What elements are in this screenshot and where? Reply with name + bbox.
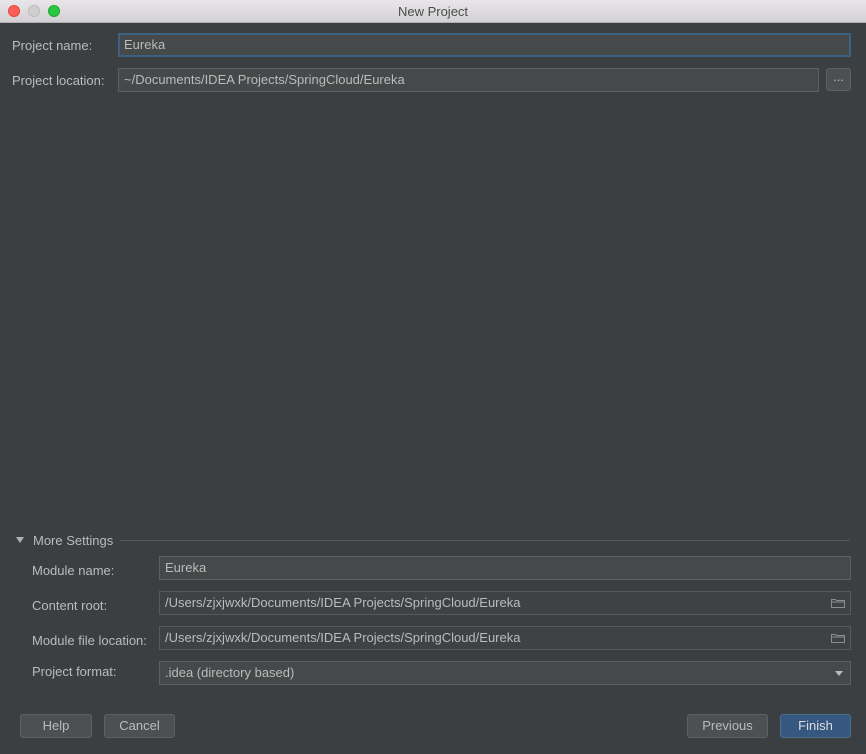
project-name-input[interactable]: Eureka <box>118 33 851 57</box>
module-file-location-field[interactable]: /Users/zjxjwxk/Documents/IDEA Projects/S… <box>159 626 851 650</box>
module-name-label: Module name: <box>32 563 115 578</box>
module-file-location-label: Module file location: <box>32 633 147 648</box>
project-format-select[interactable]: .idea (directory based) <box>159 661 851 685</box>
module-name-input[interactable]: Eureka <box>159 556 851 580</box>
finish-button[interactable]: Finish <box>780 714 851 738</box>
folder-icon[interactable] <box>831 598 845 608</box>
window-title: New Project <box>397 4 469 19</box>
project-location-input[interactable]: ~/Documents/IDEA Projects/SpringCloud/Eu… <box>118 68 819 92</box>
title-bar: New Project <box>0 0 866 23</box>
folder-icon[interactable] <box>831 633 845 643</box>
browse-location-button[interactable]: ... <box>826 68 851 91</box>
content-root-label: Content root: <box>32 598 108 613</box>
content-root-field[interactable]: /Users/zjxjwxk/Documents/IDEA Projects/S… <box>159 591 851 615</box>
help-button[interactable]: Help <box>20 714 92 738</box>
project-name-label: Project name: <box>12 38 93 53</box>
module-file-location-value: /Users/zjxjwxk/Documents/IDEA Projects/S… <box>165 630 521 645</box>
content-root-value: /Users/zjxjwxk/Documents/IDEA Projects/S… <box>165 595 521 610</box>
cancel-button[interactable]: Cancel <box>104 714 175 738</box>
project-format-value: .idea (directory based) <box>165 665 295 680</box>
section-divider <box>120 540 850 541</box>
chevron-down-icon <box>835 671 843 676</box>
project-location-label: Project location: <box>12 73 105 88</box>
triangle-down-icon[interactable] <box>16 537 24 543</box>
previous-button[interactable]: Previous <box>687 714 768 738</box>
project-format-label: Project format: <box>32 664 117 679</box>
more-settings-header[interactable]: More Settings <box>33 533 113 548</box>
